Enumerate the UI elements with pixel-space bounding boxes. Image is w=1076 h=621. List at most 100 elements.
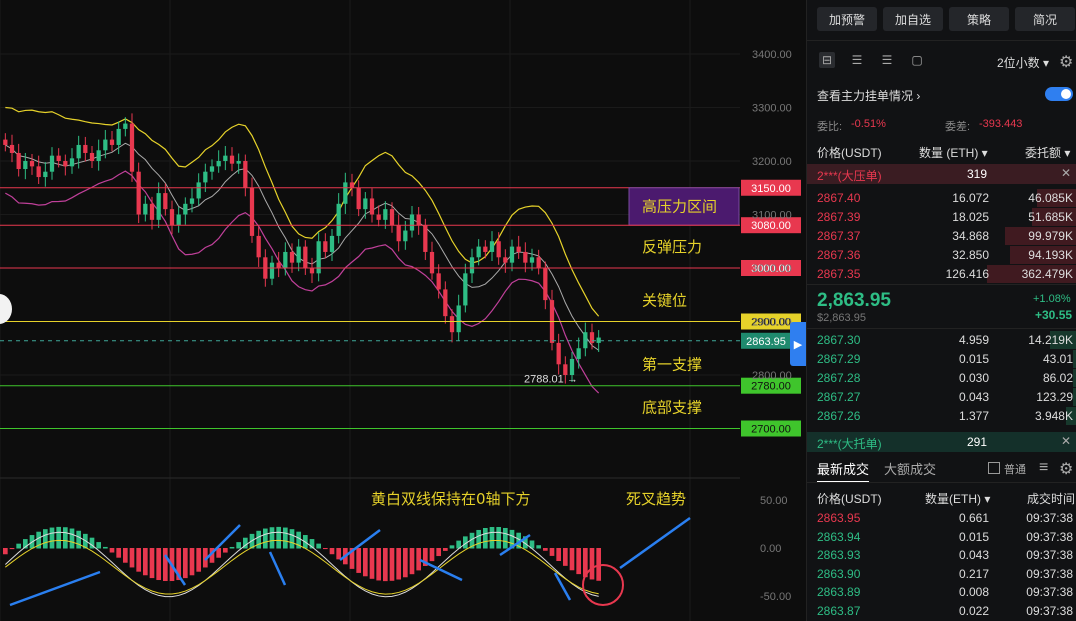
- macd-bar: [223, 548, 228, 553]
- candle-body: [83, 144, 88, 153]
- candle-body: [536, 257, 541, 268]
- candle-body: [223, 155, 228, 161]
- trade-header-qty[interactable]: 数量(ETH) ▾: [925, 490, 990, 507]
- macd-bar: [449, 545, 455, 549]
- level-note: 关键位: [642, 292, 687, 310]
- macd-bar: [576, 548, 581, 575]
- close-icon[interactable]: ✕: [1061, 166, 1071, 180]
- book-header-amount[interactable]: 委托额 ▾: [1025, 144, 1070, 161]
- candle-body: [209, 166, 215, 172]
- candle-body: [523, 251, 528, 263]
- macd-bar: [336, 548, 341, 560]
- ask-amount: 99.979K: [1028, 229, 1073, 243]
- bid-qty: 0.043: [958, 390, 989, 404]
- price-chart[interactable]: 3150.00 高压力区间 3080.00 3000.00 反弹压力 2900.00 关键位…: [0, 0, 805, 621]
- annotation-arrow: [163, 554, 187, 586]
- macd-annotation: 黄白双线保持在0轴下方: [371, 490, 531, 508]
- ask-row[interactable]: 2867.37 34.868 99.979K: [807, 227, 1076, 246]
- macd-bar: [429, 548, 435, 562]
- macd-bar: [189, 548, 195, 576]
- bid-amount: 3.948K: [1034, 409, 1073, 423]
- ask-big-order-banner[interactable]: 2***(大压单) 319 ✕: [807, 164, 1076, 184]
- candle-body: [236, 161, 241, 164]
- macd-bar: [16, 543, 21, 549]
- strategy-button[interactable]: 策略: [949, 7, 1009, 31]
- book-asks-icon[interactable]: ☰: [879, 52, 895, 68]
- macd-bar: [256, 530, 261, 549]
- candle-body: [9, 144, 15, 153]
- settings-icon[interactable]: ⚙: [1059, 459, 1073, 479]
- price-tick-label: 2800.00: [752, 370, 792, 382]
- macd-bar: [569, 548, 575, 571]
- depth-bar: [1072, 350, 1076, 368]
- filter-icon[interactable]: ≡: [1039, 459, 1048, 477]
- ask-row[interactable]: 2867.40 16.072 46.085K: [807, 189, 1076, 208]
- normal-filter-checkbox[interactable]: 普通: [988, 461, 1026, 477]
- bid-row[interactable]: 2867.30 4.959 14.219K: [807, 331, 1076, 350]
- ask-row[interactable]: 2867.36 32.850 94.193K: [807, 246, 1076, 265]
- candle-body: [569, 358, 575, 375]
- bid-big-order-banner[interactable]: 2***(大托单) 291 ✕: [807, 432, 1076, 452]
- bid-qty: 0.015: [958, 352, 989, 366]
- bid-row[interactable]: 2867.26 1.377 3.948K: [807, 407, 1076, 426]
- candle-body: [483, 246, 488, 252]
- close-icon[interactable]: ✕: [1061, 434, 1071, 448]
- add-watchlist-button[interactable]: 加自选: [883, 7, 943, 31]
- book-bids-icon[interactable]: ☰: [849, 52, 865, 68]
- candle-body: [229, 155, 235, 164]
- macd-bar: [156, 548, 161, 581]
- bid-row[interactable]: 2867.28 0.030 86.02: [807, 369, 1076, 388]
- ask-qty: 34.868: [952, 229, 989, 243]
- decimal-select[interactable]: 2位小数 ▾: [997, 54, 1049, 71]
- bid-row[interactable]: 2867.27 0.043 123.29: [807, 388, 1076, 407]
- trade-time: 09:37:38: [1026, 511, 1073, 525]
- main-orders-toggle[interactable]: [1045, 87, 1073, 101]
- candle-body: [449, 316, 455, 333]
- ask-amount: 46.085K: [1028, 191, 1073, 205]
- ask-amount: 94.193K: [1028, 248, 1073, 262]
- candle-body: [249, 187, 255, 236]
- ask-row[interactable]: 2867.35 126.416 362.479K: [807, 265, 1076, 284]
- bid-amount: 123.29: [1036, 390, 1073, 404]
- book-layout-icon[interactable]: ▢: [909, 52, 925, 68]
- last-change: +30.55: [1035, 308, 1073, 322]
- book-both-icon[interactable]: ⊟: [819, 52, 835, 68]
- macd-bar: [489, 527, 495, 549]
- depth-bar: [1072, 388, 1076, 406]
- bid-row[interactable]: 2867.29 0.015 43.01: [807, 350, 1076, 369]
- death-cross-circle: [582, 564, 624, 606]
- level-value: 2780.00: [751, 381, 791, 393]
- candle-body: [123, 123, 128, 129]
- macd-bar: [289, 529, 295, 549]
- price-tick-label: 3000.00: [752, 263, 792, 275]
- candle-body: [23, 161, 28, 170]
- candle-body: [96, 150, 101, 161]
- bid-price: 2867.27: [817, 390, 861, 404]
- tab-latest-trades[interactable]: 最新成交: [817, 459, 870, 483]
- macd-bar: [383, 548, 388, 582]
- level-note: 反弹压力: [642, 238, 702, 256]
- expand-panel-button[interactable]: ▶: [790, 322, 806, 366]
- candle-body: [329, 235, 335, 252]
- macd-bar: [416, 548, 421, 571]
- trade-row: 2863.94 0.015 09:37:38: [807, 528, 1076, 546]
- ask-row[interactable]: 2867.39 18.025 51.685K: [807, 208, 1076, 227]
- macd-bar: [129, 548, 135, 568]
- book-header-qty[interactable]: 数量 (ETH) ▾: [919, 144, 988, 161]
- add-alert-button[interactable]: 加预警: [817, 7, 877, 31]
- death-cross-annotation: 死叉趋势: [626, 490, 686, 508]
- macd-bar: [543, 548, 548, 551]
- summary-button[interactable]: 简况: [1015, 7, 1075, 31]
- candle-body: [543, 268, 548, 301]
- settings-icon[interactable]: ⚙: [1059, 52, 1073, 72]
- candle-body: [556, 342, 561, 365]
- diff-label: 委差:: [945, 121, 971, 133]
- candle-body: [303, 246, 308, 268]
- tab-large-trades[interactable]: 大额成交: [884, 459, 936, 478]
- candle-body: [56, 155, 61, 161]
- candle-body: [143, 203, 148, 215]
- macd-bar: [483, 528, 488, 549]
- candle-body: [69, 158, 75, 167]
- last-price-ref: $2,863.95: [817, 312, 866, 324]
- main-orders-link[interactable]: 查看主力挂单情况 ›: [817, 87, 920, 104]
